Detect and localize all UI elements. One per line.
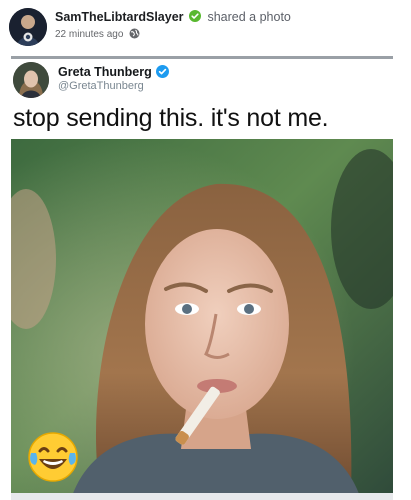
photo-footer-strip: [11, 493, 393, 500]
post-timestamp[interactable]: 22 minutes ago: [55, 29, 123, 40]
tweet-header: Greta Thunberg @GretaThunberg stop sendi…: [11, 59, 393, 139]
globe-icon: [129, 28, 140, 42]
post-meta: 22 minutes ago: [55, 28, 140, 42]
author-avatar[interactable]: [9, 8, 47, 46]
blue-verified-badge-icon: [155, 65, 169, 78]
laughing-crying-emoji-icon: [27, 431, 79, 488]
tweet-text: stop sending this. it's not me.: [13, 104, 329, 132]
post-header: SamTheLibtardSlayer shared a photo 22 mi…: [0, 0, 411, 52]
tweet-author-name: Greta Thunberg: [58, 65, 169, 79]
tweet-avatar: [13, 62, 49, 98]
shared-photo[interactable]: Greta Thunberg @GretaThunberg stop sendi…: [11, 56, 393, 496]
tweet-name-text: Greta Thunberg: [58, 65, 152, 79]
author-name[interactable]: SamTheLibtardSlayer: [55, 10, 184, 24]
tweet-handle: @GretaThunberg: [58, 80, 144, 92]
author-line: SamTheLibtardSlayer shared a photo: [55, 10, 291, 24]
green-check-badge-icon: [189, 10, 201, 22]
post-action-text: shared a photo: [207, 10, 291, 24]
